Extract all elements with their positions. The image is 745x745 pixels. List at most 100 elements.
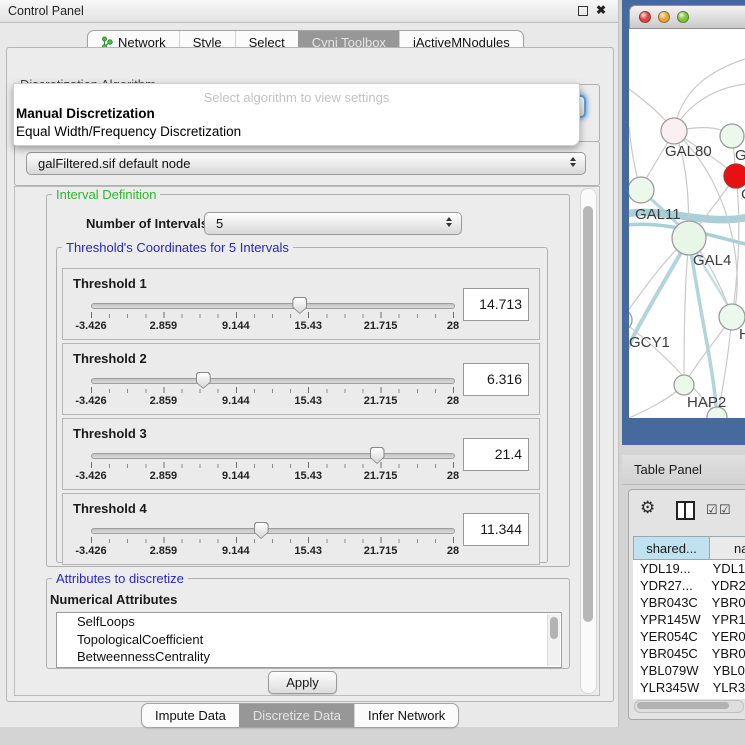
- table-panel-titlebar: Table Panel: [622, 455, 745, 485]
- slider-scale: -3.4262.8599.14415.4321.71528: [91, 395, 453, 409]
- slider-track[interactable]: [91, 378, 455, 384]
- network-node[interactable]: [674, 375, 694, 395]
- scale-tick-label: 28: [447, 470, 459, 482]
- table-row[interactable]: YER054CYER0: [633, 628, 745, 645]
- tab-label: Impute Data: [155, 708, 226, 723]
- cell-shared-name: YBR045C: [633, 646, 709, 661]
- slider-major-ticks: [91, 537, 454, 543]
- cell-name: YBR0: [709, 646, 745, 661]
- table-row[interactable]: YBR043CYBR0: [633, 594, 745, 611]
- network-window-titlebar[interactable]: [629, 5, 745, 29]
- slider-scale: -3.4262.8599.14415.4321.71528: [91, 545, 453, 559]
- threshold-value-field[interactable]: 11.344: [463, 513, 529, 546]
- scale-tick-label: 9.144: [222, 395, 250, 407]
- attribute-list-item[interactable]: BetweennessCentrality: [57, 648, 561, 666]
- scale-tick-label: -3.426: [75, 470, 106, 482]
- tab-infer-network[interactable]: Infer Network: [354, 704, 458, 727]
- numerical-attributes-label: Numerical Attributes: [50, 592, 177, 607]
- thresholds-group-title: Threshold's Coordinates for 5 Intervals: [62, 240, 293, 255]
- attribute-list-item[interactable]: SelfLoops: [57, 613, 561, 631]
- threshold-rows: Threshold 1-3.4262.8599.14415.4321.71528…: [62, 268, 540, 568]
- scale-tick-label: 28: [447, 320, 459, 332]
- scale-tick-label: 9.144: [222, 470, 250, 482]
- vertical-scrollbar-thumb[interactable]: [583, 206, 593, 622]
- scale-tick-label: 21.715: [364, 545, 398, 557]
- numerical-attributes-list[interactable]: SelfLoopsTopologicalCoefficientBetweenne…: [56, 612, 562, 668]
- network-node[interactable]: [629, 177, 654, 203]
- checkbox-icon[interactable]: ☑: [719, 502, 731, 518]
- slider-track[interactable]: [91, 453, 455, 459]
- network-node[interactable]: [672, 221, 706, 255]
- scale-tick-label: 28: [447, 545, 459, 557]
- horizontal-scrollbar-thumb[interactable]: [637, 702, 729, 709]
- table-row[interactable]: YDL19...YDL1: [633, 560, 745, 577]
- slider-scale: -3.4262.8599.14415.4321.71528: [91, 320, 453, 334]
- threshold-row: Threshold 3-3.4262.8599.14415.4321.71528…: [62, 418, 540, 490]
- close-icon[interactable]: ✖: [596, 3, 606, 17]
- table-row[interactable]: YDR27...YDR2: [633, 577, 745, 594]
- network-node[interactable]: [661, 118, 687, 144]
- slider-track[interactable]: [91, 528, 455, 534]
- zoom-traffic-light-icon[interactable]: [677, 11, 689, 23]
- network-node[interactable]: [720, 124, 744, 148]
- horizontal-scrollbar[interactable]: [634, 700, 744, 713]
- slider-track[interactable]: [91, 303, 455, 309]
- table-row[interactable]: YBR045CYBR0: [633, 645, 745, 662]
- scale-tick-label: 15.43: [294, 395, 322, 407]
- cell-name: YDR2: [708, 578, 745, 593]
- table-data-combobox[interactable]: galFiltered.sif default node: [26, 152, 586, 175]
- table-rows[interactable]: YDL19...YDL1YDR27...YDR2YBR043CYBR0YPR14…: [633, 560, 745, 699]
- interval-definition-title: Interval Definition: [52, 187, 160, 202]
- attribute-list-item[interactable]: TopologicalCoefficient: [57, 631, 561, 649]
- bottom-tab-strip: Impute Data Discretize Data Infer Network: [141, 703, 459, 728]
- threshold-value-field[interactable]: 14.713: [463, 288, 529, 321]
- close-traffic-light-icon[interactable]: [639, 11, 651, 23]
- tab-impute-data[interactable]: Impute Data: [142, 704, 239, 727]
- threshold-value-field[interactable]: 6.316: [463, 363, 529, 396]
- threshold-slider[interactable]: -3.4262.8599.14415.4321.71528: [91, 522, 453, 562]
- gear-icon[interactable]: ⚙: [640, 498, 655, 518]
- number-of-intervals-combobox[interactable]: 5: [204, 212, 462, 235]
- popup-item-list: Manual DiscretizationEqual Width/Frequen…: [14, 105, 579, 141]
- popup-item[interactable]: Equal Width/Frequency Discretization: [14, 123, 579, 141]
- scale-tick-label: 15.43: [294, 470, 322, 482]
- apply-button[interactable]: Apply: [268, 671, 337, 694]
- cell-shared-name: YPR145W: [633, 612, 709, 627]
- float-icon[interactable]: [578, 6, 588, 16]
- attributes-list-scrollbar[interactable]: [547, 614, 560, 666]
- threshold-slider[interactable]: -3.4262.8599.14415.4321.71528: [91, 297, 453, 337]
- threshold-slider[interactable]: -3.4262.8599.14415.4321.71528: [91, 372, 453, 412]
- column-header-name[interactable]: na: [710, 536, 745, 560]
- checkbox-icon[interactable]: ☑: [706, 502, 718, 518]
- tab-label: Discretize Data: [253, 708, 341, 723]
- popup-item[interactable]: Manual Discretization: [14, 105, 579, 123]
- node-label: GAL80: [665, 143, 712, 160]
- node-label: C: [741, 186, 745, 203]
- cell-name: YBR0: [709, 595, 745, 610]
- threshold-row: Threshold 2-3.4262.8599.14415.4321.71528…: [62, 343, 540, 415]
- table-row[interactable]: YPR145WYPR1: [633, 611, 745, 628]
- scale-tick-label: 21.715: [364, 320, 398, 332]
- cell-shared-name: YBR043C: [633, 595, 709, 610]
- network-canvas[interactable]: GAL80GACGAL11GAL4GCY1HHAP2: [629, 29, 745, 418]
- columns-icon[interactable]: [676, 501, 695, 520]
- node-label: H: [739, 326, 745, 343]
- combo-spinner-icon: [570, 157, 576, 167]
- scale-tick-label: 15.43: [294, 320, 322, 332]
- cell-shared-name: YBL079W: [633, 663, 710, 678]
- cell-name: YPR1: [709, 612, 745, 627]
- scale-tick-label: 2.859: [150, 545, 178, 557]
- node-label: GAL11: [635, 206, 681, 223]
- minimize-traffic-light-icon[interactable]: [658, 11, 670, 23]
- network-node[interactable]: [724, 164, 745, 188]
- scale-tick-label: 2.859: [150, 320, 178, 332]
- table-row[interactable]: YBL079WYBL0: [633, 662, 745, 679]
- threshold-slider[interactable]: -3.4262.8599.14415.4321.71528: [91, 447, 453, 487]
- table-row[interactable]: YIL052CYIL0: [633, 696, 745, 699]
- cell-shared-name: YLR345W: [633, 680, 710, 695]
- cell-name: YER0: [709, 629, 745, 644]
- threshold-value-field[interactable]: 21.4: [463, 438, 529, 471]
- column-header-shared[interactable]: shared...: [633, 536, 710, 560]
- tab-discretize-data[interactable]: Discretize Data: [239, 704, 354, 727]
- table-row[interactable]: YLR345WYLR3: [633, 679, 745, 696]
